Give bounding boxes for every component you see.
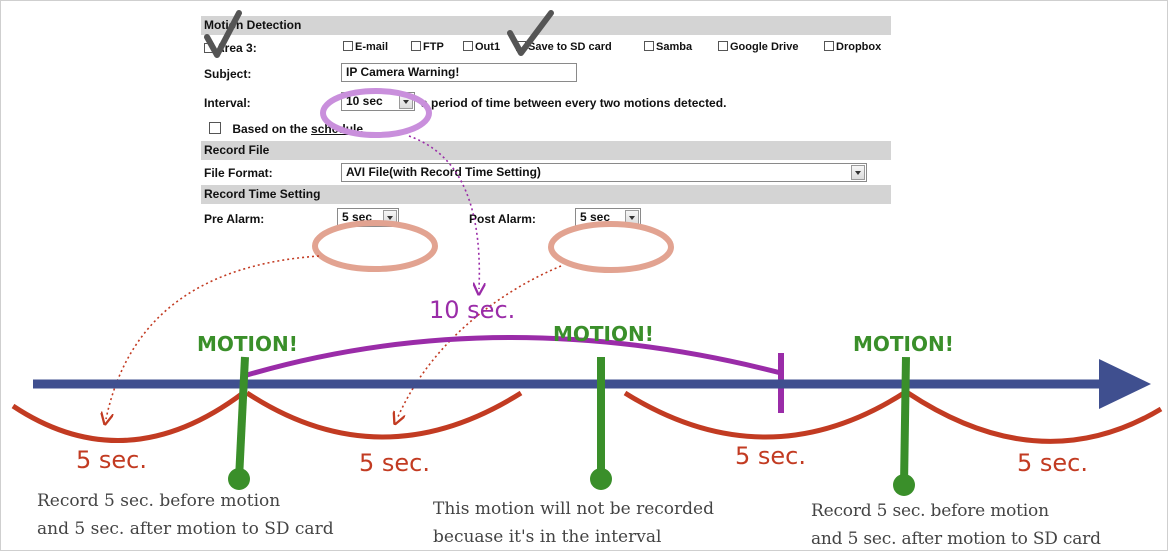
caption-left-line-2: and 5 sec. after motion to SD card (37, 519, 334, 539)
interval-pointer-arrow (408, 135, 479, 289)
caption-right-line-2: and 5 sec. after motion to SD card (811, 529, 1101, 549)
record-arc (11, 391, 245, 443)
record-arc (245, 390, 523, 440)
record-arc (623, 390, 906, 440)
motion-label: MOTION! (553, 322, 654, 346)
motion-label: MOTION! (197, 332, 298, 356)
motion-label: MOTION! (853, 332, 954, 356)
timeline-arrowhead (1099, 359, 1151, 409)
caption-middle-line-1: This motion will not be recorded (433, 499, 714, 519)
record-arc (906, 390, 1163, 444)
duration-label: 5 sec. (76, 446, 147, 474)
post-alarm-highlight-ellipse (548, 221, 674, 273)
caption-middle-line-2: becuase it's in the interval (433, 527, 662, 547)
caption-left-line-1: Record 5 sec. before motion (37, 491, 281, 511)
caption-left: Record 5 sec. before motion and 5 sec. a… (37, 487, 334, 543)
timeline-diagram: 10 sec. MOTION! MOTION! MOTION! 5 sec. 5… (11, 10, 1163, 496)
interval-duration-label: 10 sec. (429, 296, 515, 324)
caption-middle: This motion will not be recorded becuase… (433, 495, 714, 551)
caption-right: Record 5 sec. before motion and 5 sec. a… (811, 497, 1101, 553)
motion-marker (893, 356, 915, 496)
motion-marker (228, 356, 250, 490)
motion-marker (590, 357, 612, 490)
duration-label: 5 sec. (359, 449, 430, 477)
duration-label: 5 sec. (735, 442, 806, 470)
duration-label: 5 sec. (1017, 449, 1088, 477)
interval-arc (246, 335, 782, 378)
check-mark-icon (204, 10, 242, 58)
check-mark-icon (507, 10, 554, 56)
pre-alarm-highlight-ellipse (312, 220, 438, 272)
caption-right-line-1: Record 5 sec. before motion (811, 501, 1049, 521)
interval-highlight-ellipse (320, 88, 432, 138)
